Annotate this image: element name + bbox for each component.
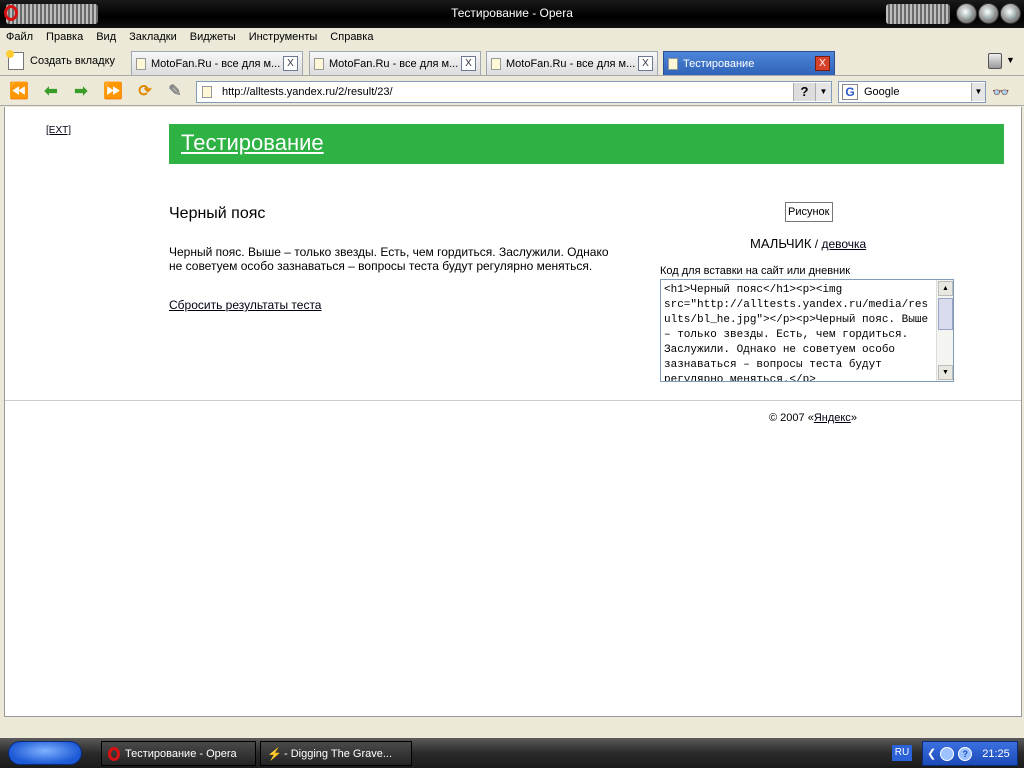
- footer-prefix: © 2007 «: [769, 412, 814, 424]
- clock[interactable]: 21:25: [982, 748, 1010, 760]
- tab-label: MotoFan.Ru - все для м...: [329, 57, 459, 70]
- tab-close-button[interactable]: X: [638, 56, 653, 71]
- title-grip-right: [886, 4, 950, 24]
- scroll-thumb[interactable]: [938, 298, 953, 330]
- close-window-button[interactable]: [1000, 3, 1021, 24]
- task-label: Тестирование - Opera: [125, 747, 237, 760]
- new-page-icon: [6, 50, 24, 70]
- minimize-button[interactable]: [956, 3, 977, 24]
- scroll-up-icon[interactable]: ▲: [938, 281, 953, 296]
- tab-label: MotoFan.Ru - все для м...: [506, 57, 636, 70]
- gender-boy-label: МАЛЬЧИК: [750, 236, 812, 251]
- edit-icon[interactable]: ✎: [164, 81, 186, 101]
- opera-icon: [108, 746, 120, 761]
- google-icon: G: [842, 84, 858, 100]
- page-footer: © 2007 «Яндекс»: [769, 412, 857, 424]
- search-box[interactable]: G Google ▼: [838, 81, 986, 103]
- task-media-player[interactable]: ⚡ - Digging The Grave...: [260, 741, 412, 766]
- address-input[interactable]: [222, 86, 793, 98]
- back-button[interactable]: ⬅: [40, 81, 62, 101]
- maximize-button[interactable]: [978, 3, 999, 24]
- menu-bar: Файл Правка Вид Закладки Виджеты Инструм…: [0, 28, 1024, 46]
- reload-button[interactable]: ⟳: [134, 81, 156, 101]
- result-picture: Рисунок: [785, 202, 833, 222]
- page-icon: [491, 57, 501, 70]
- trash-icon[interactable]: [988, 53, 1002, 69]
- close-icon: [1005, 8, 1016, 19]
- search-dropdown-button[interactable]: ▼: [971, 83, 985, 101]
- scroll-down-icon[interactable]: ▼: [938, 365, 953, 380]
- new-tab-button[interactable]: Создать вкладку: [6, 50, 116, 72]
- title-bar[interactable]: Тестирование - Opera: [0, 0, 1024, 28]
- menu-help[interactable]: Справка: [330, 31, 373, 43]
- menu-bookmarks[interactable]: Закладки: [129, 31, 177, 43]
- tab-label: MotoFan.Ru - все для м...: [151, 57, 281, 70]
- tab-motofan-1[interactable]: MotoFan.Ru - все для м... X: [131, 51, 303, 75]
- new-tab-label: Создать вкладку: [30, 55, 116, 67]
- page-header: Тестирование: [169, 124, 1004, 164]
- page-icon: [202, 86, 212, 98]
- embed-scrollbar[interactable]: ▲ ▼: [936, 280, 953, 381]
- task-opera[interactable]: Тестирование - Opera: [101, 741, 256, 766]
- help-button[interactable]: ?: [793, 83, 815, 101]
- tab-testing[interactable]: Тестирование X: [663, 51, 835, 75]
- gender-separator: /: [811, 237, 822, 251]
- menu-widgets[interactable]: Виджеты: [190, 31, 236, 43]
- page-icon: [668, 57, 678, 70]
- navigation-toolbar: ⏪ ⬅ ➡ ⏩ ⟳ ✎ ? ▼ G Google ▼ 👓: [0, 76, 1024, 106]
- search-engine-label: Google: [864, 86, 900, 98]
- embed-code-box: <h1>Черный пояс</h1><p><img src="http://…: [660, 279, 954, 382]
- address-dropdown-button[interactable]: ▼: [815, 83, 831, 101]
- tab-bar: Создать вкладку MotoFan.Ru - все для м..…: [0, 46, 1024, 76]
- embed-code-label: Код для вставки на сайт или дневник: [660, 265, 851, 277]
- page-content: [EXT] Тестирование Черный пояс Черный по…: [4, 107, 1022, 717]
- forward-button[interactable]: ➡: [70, 81, 92, 101]
- page-icon: [136, 57, 146, 70]
- gender-switch: МАЛЬЧИК / девочка: [750, 236, 866, 251]
- tab-motofan-3[interactable]: MotoFan.Ru - все для м... X: [486, 51, 658, 75]
- help-icon[interactable]: ?: [958, 746, 973, 761]
- network-icon[interactable]: [940, 746, 955, 761]
- page-icon: [314, 57, 324, 70]
- window-title: Тестирование - Opera: [451, 6, 573, 20]
- task-label: - Digging The Grave...: [284, 747, 393, 760]
- yandex-link[interactable]: Яндекс: [814, 412, 851, 424]
- footer-suffix: »: [850, 412, 857, 424]
- menu-tools[interactable]: Инструменты: [249, 31, 318, 43]
- menu-file[interactable]: Файл: [6, 31, 33, 43]
- system-tray: ❮ ? 21:25: [922, 741, 1018, 766]
- media-player-icon: ⚡: [267, 746, 282, 761]
- menu-view[interactable]: Вид: [96, 31, 116, 43]
- menu-edit[interactable]: Правка: [46, 31, 83, 43]
- gender-girl-link[interactable]: девочка: [821, 237, 866, 251]
- chevron-down-icon[interactable]: ▼: [1006, 55, 1015, 65]
- result-title: Черный пояс: [169, 205, 266, 222]
- embed-code-textarea[interactable]: <h1>Черный пояс</h1><p><img src="http://…: [661, 280, 937, 381]
- footer-divider: [5, 400, 1021, 401]
- tab-close-button[interactable]: X: [815, 56, 830, 71]
- start-button[interactable]: [8, 741, 82, 765]
- tab-motofan-2[interactable]: MotoFan.Ru - все для м... X: [309, 51, 481, 75]
- glasses-icon[interactable]: 👓: [992, 84, 1009, 101]
- reset-results-link[interactable]: Сбросить результаты теста: [169, 298, 321, 312]
- tab-close-button[interactable]: X: [283, 56, 298, 71]
- result-text: Черный пояс. Выше – только звезды. Есть,…: [169, 245, 609, 273]
- ext-link[interactable]: [EXT]: [46, 125, 71, 136]
- tray-expand-icon[interactable]: ❮: [927, 747, 936, 760]
- rewind-button[interactable]: ⏪: [8, 81, 30, 101]
- tab-label: Тестирование: [683, 57, 755, 70]
- fast-forward-button[interactable]: ⏩: [102, 81, 124, 101]
- minimize-icon: [961, 8, 972, 19]
- maximize-icon: [983, 8, 994, 19]
- taskbar: Тестирование - Opera ⚡ - Digging The Gra…: [0, 738, 1024, 768]
- address-bar[interactable]: ? ▼: [196, 81, 832, 103]
- tab-close-button[interactable]: X: [461, 56, 476, 71]
- language-indicator[interactable]: RU: [892, 745, 912, 761]
- header-title-link[interactable]: Тестирование: [181, 130, 324, 156]
